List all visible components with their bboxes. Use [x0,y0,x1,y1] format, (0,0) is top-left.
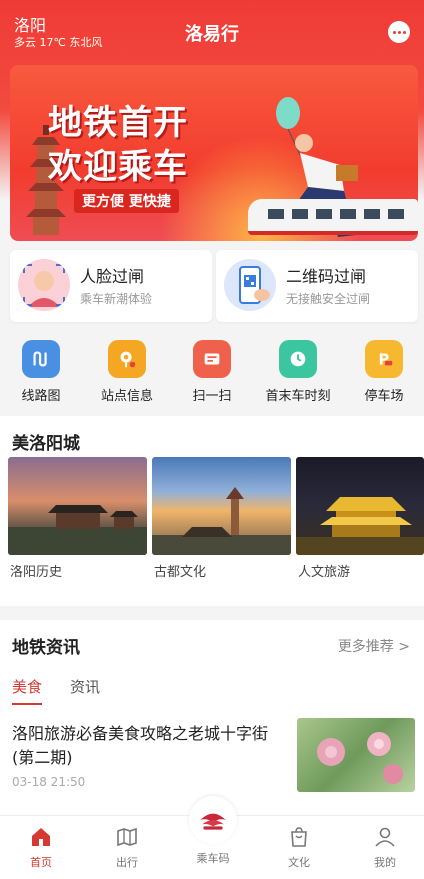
quick-route-map[interactable]: 线路图 [1,340,81,404]
qr-pass-card[interactable]: 二维码过闸 无接触安全过闸 [216,250,418,322]
tourism-photo[interactable] [296,457,424,555]
quick-timetable[interactable]: 首末车时刻 [258,340,338,404]
quick-label: 首末车时刻 [265,389,331,404]
banner-line-2: 欢迎乘车 [48,147,188,187]
nav-label: 乘车码 [196,852,230,865]
nav-profile[interactable]: 我的 [350,824,420,870]
home-icon [28,824,54,850]
metro-train [248,199,418,235]
clock-icon [279,340,317,378]
nav-label: 首页 [30,856,52,869]
article-thumbnail[interactable] [297,718,415,792]
quick-label: 扫一扫 [192,389,232,404]
culture-label: 古都文化 [154,565,207,580]
banner-tagline: 更方便 更快捷 [74,189,179,213]
quick-scan[interactable]: 扫一扫 [172,340,252,404]
route-map-icon [22,340,60,378]
svg-text:P: P [379,352,390,369]
station-info-icon [108,340,146,378]
quick-label: 线路图 [21,389,61,404]
nav-home[interactable]: 首页 [6,824,76,870]
news-section-title: 地铁资讯 [12,638,80,658]
app-title: 洛易行 [185,24,239,45]
scan-icon [193,340,231,378]
user-icon [372,824,398,850]
culture-photo[interactable] [152,457,291,555]
more-options-button[interactable] [388,21,410,43]
history-photo[interactable] [8,457,147,555]
tab-news[interactable]: 资讯 [70,676,100,697]
ride-code-button[interactable] [189,796,237,844]
banner-headline: 地铁首开 欢迎乘车 [48,101,188,189]
face-pass-subtitle: 乘车新潮体验 [80,292,153,306]
qr-pass-subtitle: 无接触安全过闸 [286,292,371,306]
article-date: 03-18 21:50 [12,775,86,789]
quick-label: 停车场 [364,389,404,404]
quick-label: 站点信息 [100,389,153,404]
banner-line-1: 地铁首开 [48,103,188,143]
promo-banner[interactable]: 地铁首开 欢迎乘车 更方便 更快捷 [10,65,418,241]
article-title[interactable]: 洛阳旅游必备美食攻略之老城十字街(第二期) [12,722,284,770]
ride-code-icon [200,813,226,830]
qr-phone-icon [224,259,276,311]
more-recommendations-link[interactable]: 更多推荐 > [338,636,410,656]
nav-label: 我的 [374,856,396,869]
quick-actions: 线路图 站点信息 扫一扫 首末车时刻 P 停车场 [0,340,424,404]
face-pass-title: 人脸过闸 [80,267,145,286]
quick-parking[interactable]: P 停车场 [344,340,424,404]
tourism-label: 人文旅游 [298,565,351,580]
face-pass-card[interactable]: 人脸过闸 乘车新潮体验 [10,250,212,322]
nav-culture[interactable]: 文化 [264,824,334,870]
bag-icon [286,824,312,850]
history-label: 洛阳历史 [10,565,63,580]
nav-label: 文化 [288,856,310,869]
face-icon [18,259,70,311]
city-section-title: 美洛阳城 [12,434,80,454]
nav-ride-code[interactable]: 乘车码 [178,846,248,866]
quick-station-info[interactable]: 站点信息 [87,340,167,404]
nav-label: 出行 [116,856,138,869]
qr-pass-title: 二维码过闸 [286,267,367,286]
nav-travel[interactable]: 出行 [92,824,162,870]
tab-food[interactable]: 美食 [12,676,42,697]
active-tab-indicator [12,703,42,705]
map-icon [114,824,140,850]
parking-icon: P [365,340,403,378]
